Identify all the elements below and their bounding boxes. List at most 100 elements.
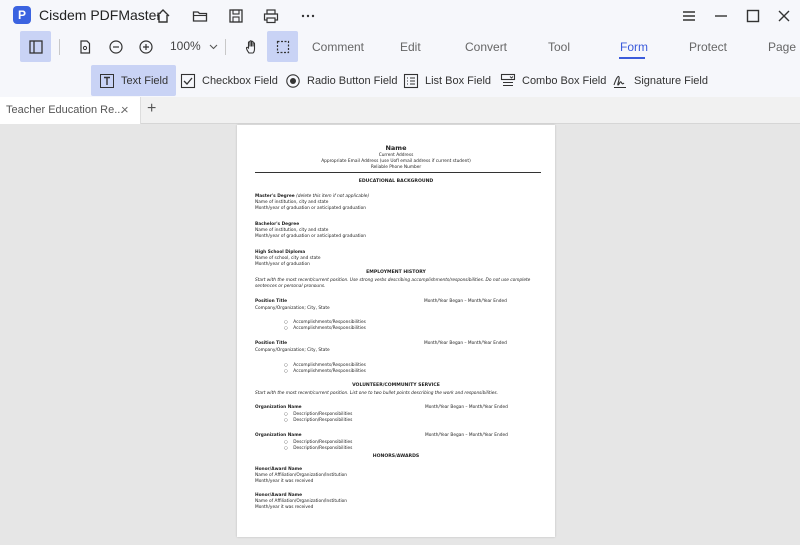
bullet-item: ○ Description/Responsibilities	[284, 440, 353, 445]
resume-email: Appropriate Email Address (use UofI emai…	[321, 159, 471, 164]
award-line: Month/year it was received	[255, 479, 314, 484]
bachelors-title: Bachelor's Degree	[255, 222, 300, 227]
checkbox-field-label: Checkbox Field	[202, 74, 278, 87]
chevron-down-icon	[209, 44, 218, 50]
zoom-out-button[interactable]	[100, 31, 131, 62]
signature-field-button[interactable]: Signature Field	[604, 65, 716, 96]
bullet-item: ○ Accomplishments/Responsibilities	[284, 320, 366, 325]
document-canvas[interactable]: Name Current Address Appropriate Email A…	[0, 124, 800, 545]
list-box-icon	[403, 73, 419, 89]
title-bar: P Cisdem PDFMaster	[0, 0, 800, 31]
organization-dates: Month/Year Began – Month/Year Ended	[425, 433, 508, 438]
bullet-item: ○ Accomplishments/Responsibilities	[284, 363, 366, 368]
zoom-level-value: 100%	[170, 39, 201, 53]
close-window-icon[interactable]	[772, 4, 796, 28]
open-folder-icon[interactable]	[189, 5, 211, 27]
selection-icon	[276, 40, 289, 53]
tab-form[interactable]: Form	[620, 40, 648, 54]
edu-heading: EDUCATIONAL BACKGROUND	[358, 179, 434, 184]
minimize-icon[interactable]	[709, 4, 733, 28]
page-icon	[79, 39, 90, 54]
organization-title: Organization Name	[255, 433, 302, 438]
app-title: Cisdem PDFMaster	[39, 7, 162, 23]
tab-convert[interactable]: Convert	[465, 40, 507, 54]
position-title: Position Title	[255, 341, 288, 346]
text-field-button[interactable]: Text Field	[91, 65, 177, 96]
award-line: Name of Affiliation/Organization/Institu…	[255, 499, 348, 504]
page-thumbnail-button[interactable]	[69, 31, 100, 62]
zoom-in-button[interactable]	[130, 31, 161, 62]
award-line: Month/year it was received	[255, 505, 314, 510]
hand-icon	[245, 39, 255, 54]
list-box-field-label: List Box Field	[425, 74, 492, 87]
active-tab-indicator	[619, 57, 645, 59]
more-icon[interactable]	[297, 5, 319, 27]
document-tab[interactable]: Teacher Education Re... ×	[0, 97, 141, 124]
award-title: Honor/Award Name	[255, 467, 303, 472]
close-tab-icon[interactable]: ×	[121, 102, 129, 117]
checkbox-icon	[180, 73, 196, 89]
marquee-select-button[interactable]	[267, 31, 298, 62]
save-icon[interactable]	[225, 5, 247, 27]
hand-tool-button[interactable]	[236, 31, 267, 62]
award-title: Honor/Award Name	[255, 493, 303, 498]
hamburger-menu-icon[interactable]	[677, 4, 701, 28]
masters-title: Master's Degree (delete this item if not…	[255, 194, 370, 199]
hs-line: Name of school, city and state	[255, 256, 321, 261]
tab-page[interactable]: Page	[768, 40, 796, 54]
honors-heading: HONORS/AWARDS	[372, 454, 420, 459]
hs-line: Month/year of graduation	[255, 262, 310, 267]
zoom-out-icon	[108, 39, 123, 54]
bullet-item: ○ Description/Responsibilities	[284, 418, 353, 423]
bachelors-line: Name of institution, city and state	[255, 228, 329, 233]
position-company: Company/Organization; City, State	[255, 306, 330, 311]
bachelors-line: Month/year of graduation or anticipated …	[255, 234, 366, 239]
print-icon[interactable]	[260, 5, 282, 27]
app-logo-icon: P	[13, 6, 31, 24]
zoom-level-dropdown[interactable]: 100%	[170, 39, 218, 53]
masters-line: Name of institution, city and state	[255, 200, 329, 205]
bullet-item: ○ Description/Responsibilities	[284, 412, 353, 417]
emp-intro: Start with the most recent/current posit…	[255, 278, 531, 283]
bullet-item: ○ Description/Responsibilities	[284, 446, 353, 451]
header-rule	[255, 172, 541, 173]
tab-edit[interactable]: Edit	[400, 40, 421, 54]
resume-phone: Reliable Phone Number	[370, 165, 422, 170]
position-title: Position Title	[255, 299, 288, 304]
text-field-icon	[99, 73, 115, 89]
main-toolbar: 100% Comment Edit Convert Tool Form Prot…	[0, 31, 800, 63]
radio-button-field-button[interactable]: Radio Button Field	[277, 65, 406, 96]
document-tab-strip: Teacher Education Re... × +	[0, 97, 800, 124]
add-tab-icon[interactable]: +	[147, 100, 156, 118]
sidebar-toggle-button[interactable]	[20, 31, 51, 62]
radio-button-icon	[285, 73, 301, 89]
list-box-field-button[interactable]: List Box Field	[395, 65, 499, 96]
masters-line: Month/year of graduation or anticipated …	[255, 206, 366, 211]
maximize-icon[interactable]	[741, 4, 765, 28]
position-dates: Month/Year Began – Month/Year Ended	[424, 299, 507, 304]
form-toolbar: Text Field Checkbox Field Radio Button F…	[0, 63, 800, 97]
toolbar-divider	[225, 39, 226, 55]
radio-button-field-label: Radio Button Field	[307, 74, 398, 87]
signature-icon	[612, 73, 628, 89]
zoom-in-icon	[138, 39, 153, 54]
home-icon[interactable]	[152, 5, 174, 27]
toolbar-divider	[59, 39, 60, 55]
checkbox-field-button[interactable]: Checkbox Field	[172, 65, 286, 96]
vol-heading: VOLUNTEER/COMMUNITY SERVICE	[352, 383, 440, 388]
bullet-item: ○ Accomplishments/Responsibilities	[284, 326, 366, 331]
position-company: Company/Organization; City, State	[255, 348, 330, 353]
text-field-label: Text Field	[121, 74, 169, 87]
combo-box-field-button[interactable]: Combo Box Field	[492, 65, 614, 96]
resume-address: Current Address	[378, 153, 414, 158]
tab-protect[interactable]: Protect	[689, 40, 727, 54]
position-dates: Month/Year Began – Month/Year Ended	[424, 341, 507, 346]
tab-tool[interactable]: Tool	[548, 40, 570, 54]
combo-box-field-label: Combo Box Field	[522, 74, 607, 87]
pdf-page[interactable]: Name Current Address Appropriate Email A…	[237, 125, 555, 537]
tab-comment[interactable]: Comment	[312, 40, 364, 54]
combo-box-icon	[500, 73, 516, 89]
vol-intro: Start with the most recent/current posit…	[255, 391, 499, 396]
emp-intro: sentences or personal pronouns.	[255, 284, 326, 289]
award-line: Name of Affiliation/Organization/Institu…	[255, 473, 348, 478]
